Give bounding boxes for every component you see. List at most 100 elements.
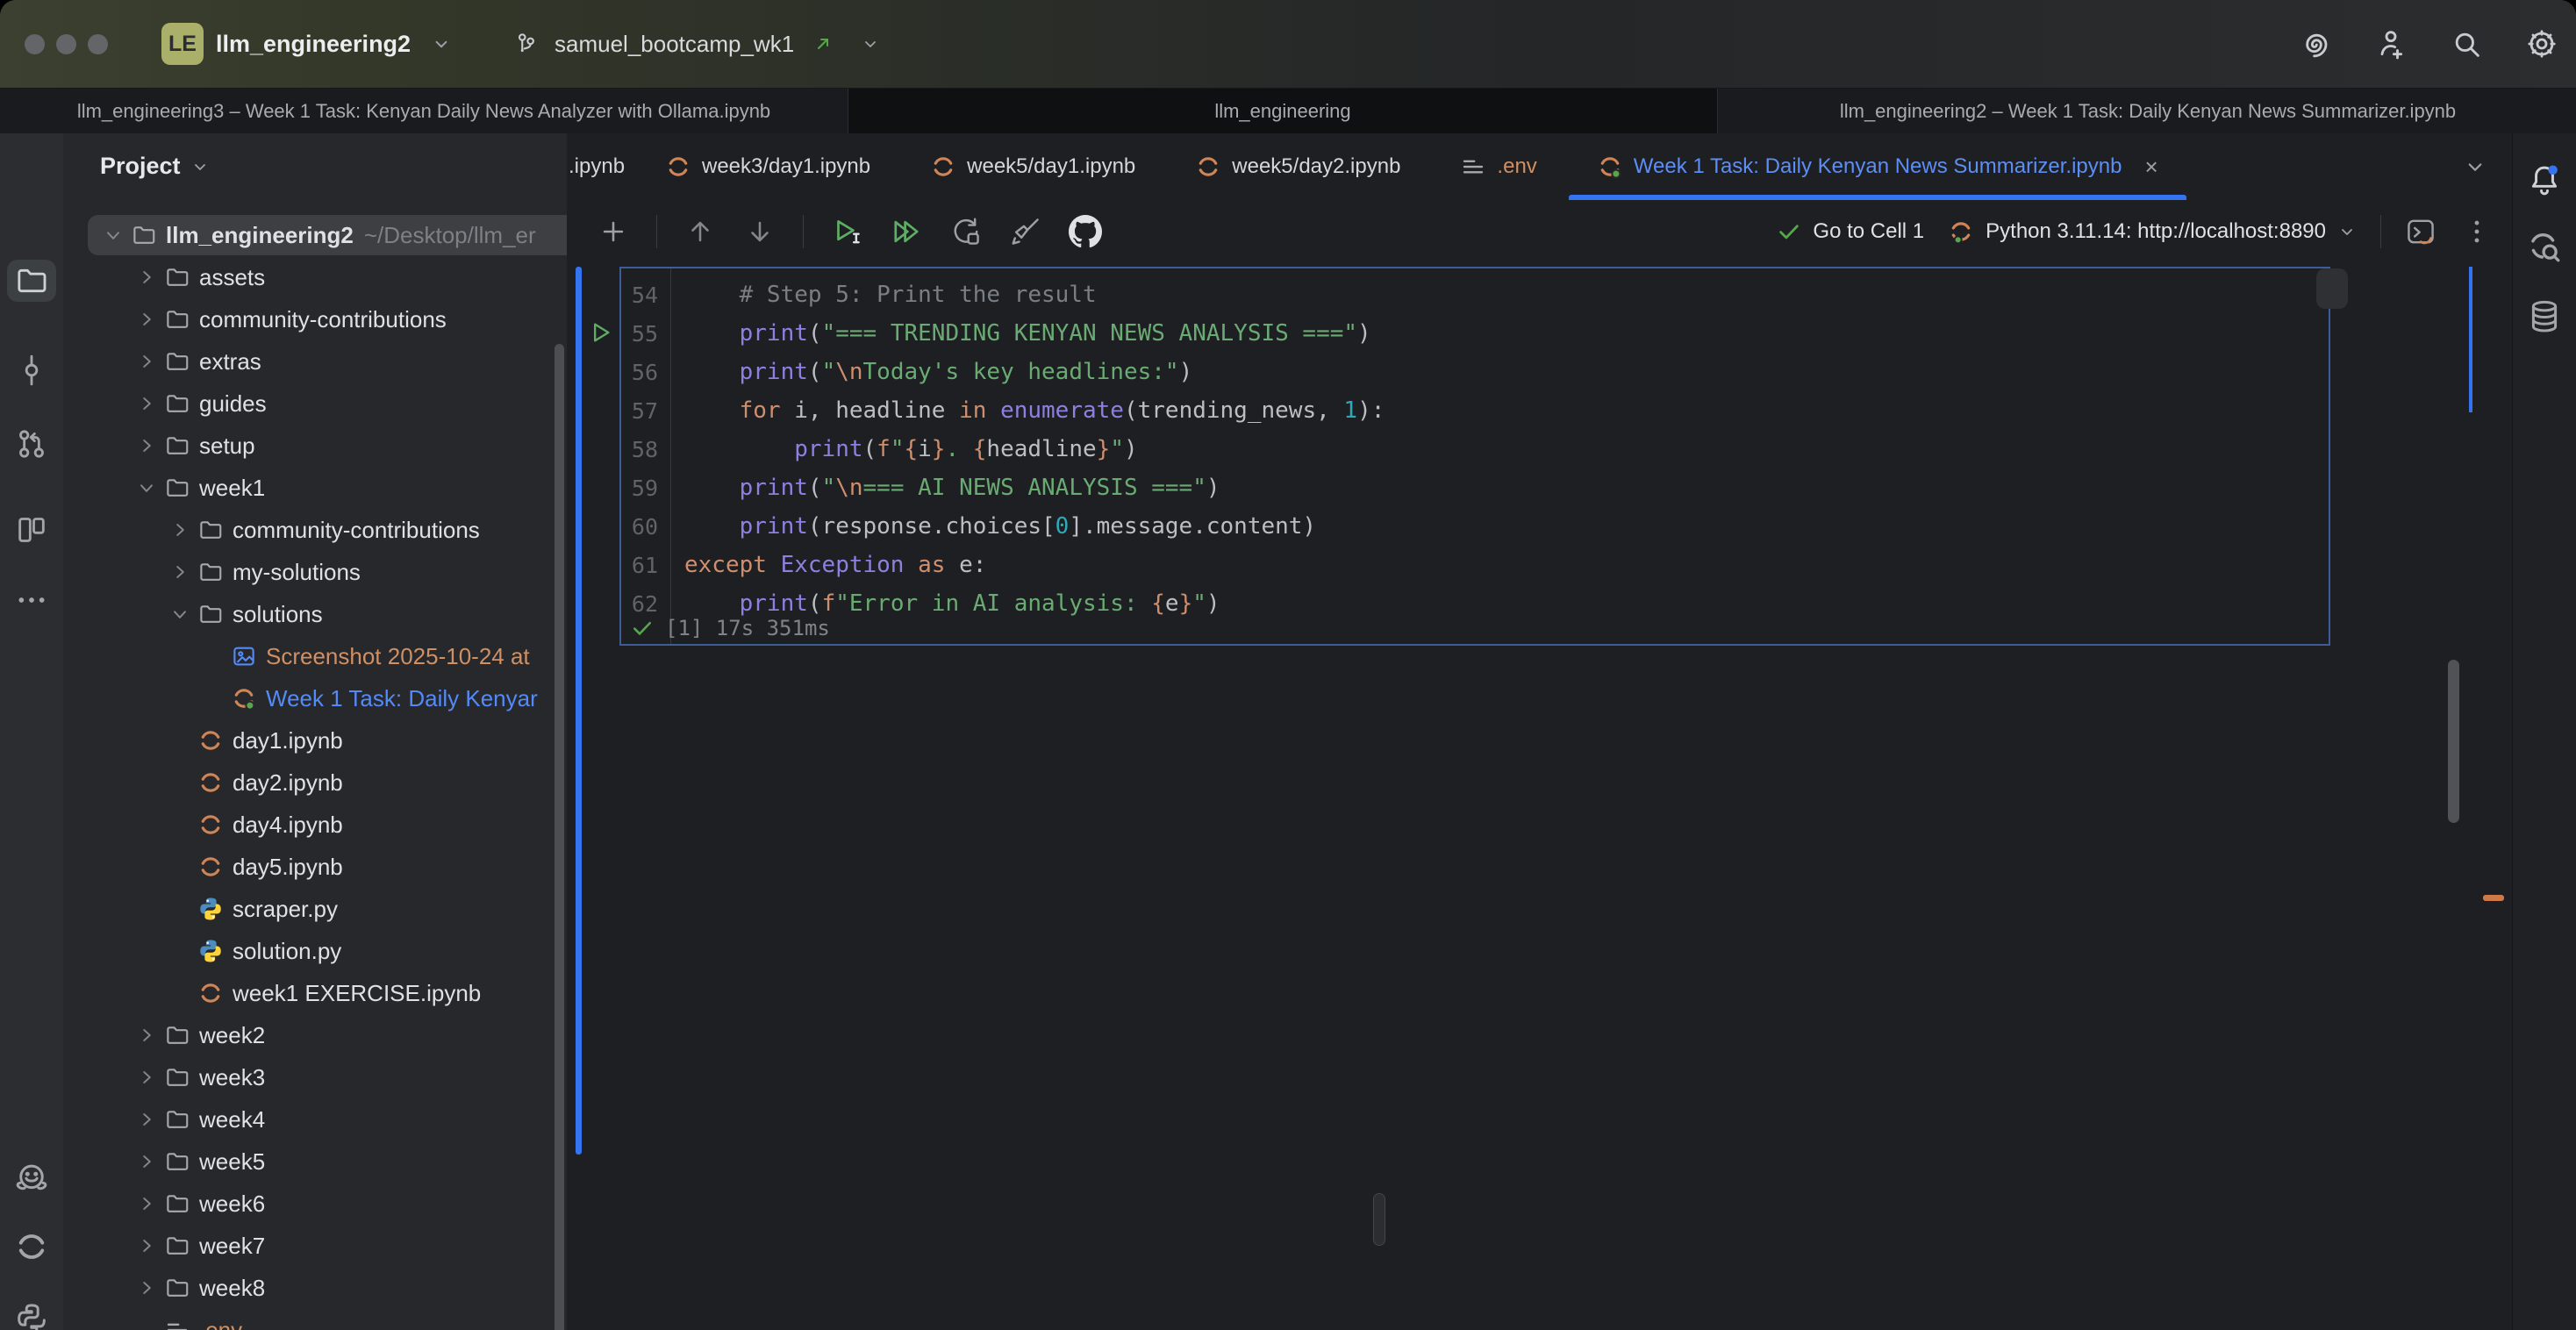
database-icon[interactable] [2526,298,2563,335]
chevron-right-icon[interactable] [134,391,159,416]
add-cell-icon[interactable] [597,215,630,248]
branch-widget[interactable]: samuel_bootcamp_wk1 [507,0,889,88]
python-gray-rail-icon[interactable] [13,1301,50,1330]
tree-item[interactable]: Week 1 Task: Daily Kenyar [63,677,567,719]
editor-tab[interactable]: Week 1 Task: Daily Kenyan News Summarize… [1567,133,2188,200]
chevron-right-icon[interactable] [134,1191,159,1216]
tree-item[interactable]: Screenshot 2025-10-24 at [63,635,567,677]
tree-item[interactable]: solution.py [63,930,567,972]
tree-item[interactable]: my-solutions [63,551,567,593]
tree-item[interactable]: week1 [63,467,567,509]
goto-cell-button[interactable]: Go to Cell 1 [1776,218,1924,245]
run-all-cells-icon[interactable] [890,215,923,248]
chevron-right-icon[interactable] [134,433,159,458]
project-widget[interactable]: LE llm_engineering2 [161,0,460,88]
code-line[interactable]: 58 print(f"{i}. {headline}") [621,430,2329,468]
jupyter-gray-rail-icon[interactable] [13,1228,50,1265]
editor-tab[interactable]: .env [1430,133,1566,200]
code-line[interactable]: 56 print("\nToday's key headlines:") [621,353,2329,391]
move-cell-up-icon[interactable] [683,215,717,248]
github-icon[interactable] [1069,215,1102,248]
chevron-right-icon[interactable] [134,1233,159,1258]
window-tab[interactable]: llm_engineering3 – Week 1 Task: Kenyan D… [0,89,848,133]
search-icon[interactable] [2448,25,2485,62]
more-options-icon[interactable] [2460,215,2494,248]
tree-item[interactable]: llm_engineering2~/Desktop/llm_er [63,214,567,256]
editor-tab[interactable]: week3/day1.ipynb [635,133,900,200]
commit-rail-icon[interactable] [14,353,49,388]
code-line[interactable]: 57 for i, headline in enumerate(trending… [621,391,2329,430]
settings-gear-icon[interactable] [2523,25,2560,62]
tree-item[interactable]: week2 [63,1014,567,1056]
chevron-right-icon[interactable] [134,349,159,374]
tree-item[interactable]: assets [63,256,567,298]
chevron-right-icon[interactable] [134,1065,159,1090]
tree-item[interactable]: day4.ipynb [63,804,567,846]
tree-item[interactable]: week5 [63,1141,567,1183]
tree-item[interactable]: extras [63,340,567,383]
code-line[interactable]: 60 print(response.choices[0].message.con… [621,507,2329,546]
tree-item[interactable]: .env [63,1309,567,1330]
hugging-face-rail-icon[interactable] [13,1161,50,1198]
tree-item[interactable]: week1 EXERCISE.ipynb [63,972,567,1014]
chevron-right-icon[interactable] [134,307,159,332]
code-line[interactable]: 54 # Step 5: Print the result [621,275,2329,314]
traffic-light-minimize[interactable] [56,34,76,54]
tree-item[interactable]: week4 [63,1098,567,1141]
editor-tab[interactable]: .ipynb [567,133,635,200]
chevron-down-icon[interactable] [101,223,125,247]
tree-item[interactable]: community-contributions [63,298,567,340]
window-tab[interactable]: llm_engineering [848,89,1718,133]
structure-rail-icon[interactable] [14,512,49,547]
tree-item[interactable]: setup [63,425,567,467]
chevron-right-icon[interactable] [168,518,192,542]
tree-item[interactable]: week3 [63,1056,567,1098]
tree-scrollbar[interactable] [555,344,564,1330]
restart-kernel-icon[interactable] [949,215,983,248]
tree-item[interactable]: day2.ipynb [63,762,567,804]
jupyter-console-icon[interactable] [2404,215,2437,248]
inspections-widget[interactable] [2316,268,2348,309]
chevron-right-icon[interactable] [134,1023,159,1048]
more-rail-icon[interactable] [14,583,49,618]
window-tab[interactable]: llm_engineering2 – Week 1 Task: Daily Ke… [1718,89,2576,133]
tab-overflow-chevron-icon[interactable] [2462,133,2488,200]
jupyter-variables-icon[interactable] [2526,228,2563,265]
move-cell-down-icon[interactable] [743,215,776,248]
code-line[interactable]: 61except Exception as e: [621,546,2329,584]
chevron-right-icon[interactable] [134,1107,159,1132]
tree-item[interactable]: day1.ipynb [63,719,567,762]
code-line[interactable]: 62 print(f"Error in AI analysis: {e}") [621,584,2329,623]
tree-item[interactable]: week6 [63,1183,567,1225]
tree-item[interactable]: day5.ipynb [63,846,567,888]
output-scrollbar[interactable] [2448,660,2459,823]
clear-outputs-icon[interactable] [1009,215,1042,248]
traffic-light-close[interactable] [25,34,45,54]
tree-item[interactable]: solutions [63,593,567,635]
project-panel-header[interactable]: Project [100,153,211,180]
add-user-icon[interactable] [2372,25,2409,62]
run-line-icon[interactable] [590,320,611,345]
chevron-right-icon[interactable] [134,1276,159,1300]
tree-item[interactable]: week8 [63,1267,567,1309]
run-cell-icon[interactable] [830,215,863,248]
ai-assistant-icon[interactable] [2297,25,2334,62]
pull-request-rail-icon[interactable] [14,426,49,461]
tree-item[interactable]: guides [63,383,567,425]
code-line[interactable]: 55 print("=== TRENDING KENYAN NEWS ANALY… [621,314,2329,353]
kernel-selector[interactable]: Python 3.11.14: http://localhost:8890 [1947,218,2358,246]
notifications-bell-icon[interactable] [2526,162,2563,199]
close-tab-icon[interactable]: × [2144,154,2157,181]
traffic-light-zoom[interactable] [88,34,108,54]
project-folder-rail-icon[interactable] [14,263,49,298]
chevron-right-icon[interactable] [134,265,159,290]
tree-item[interactable]: community-contributions [63,509,567,551]
editor-tab[interactable]: week5/day2.ipynb [1165,133,1430,200]
code-cell[interactable]: 54 # Step 5: Print the result55 print("=… [619,267,2330,646]
tree-item[interactable]: scraper.py [63,888,567,930]
editor-tab[interactable]: week5/day1.ipynb [900,133,1165,200]
chevron-down-icon[interactable] [168,602,192,626]
chevron-down-icon[interactable] [134,476,159,500]
code-line[interactable]: 59 print("\n=== AI NEWS ANALYSIS ===") [621,468,2329,507]
chevron-right-icon[interactable] [168,560,192,584]
